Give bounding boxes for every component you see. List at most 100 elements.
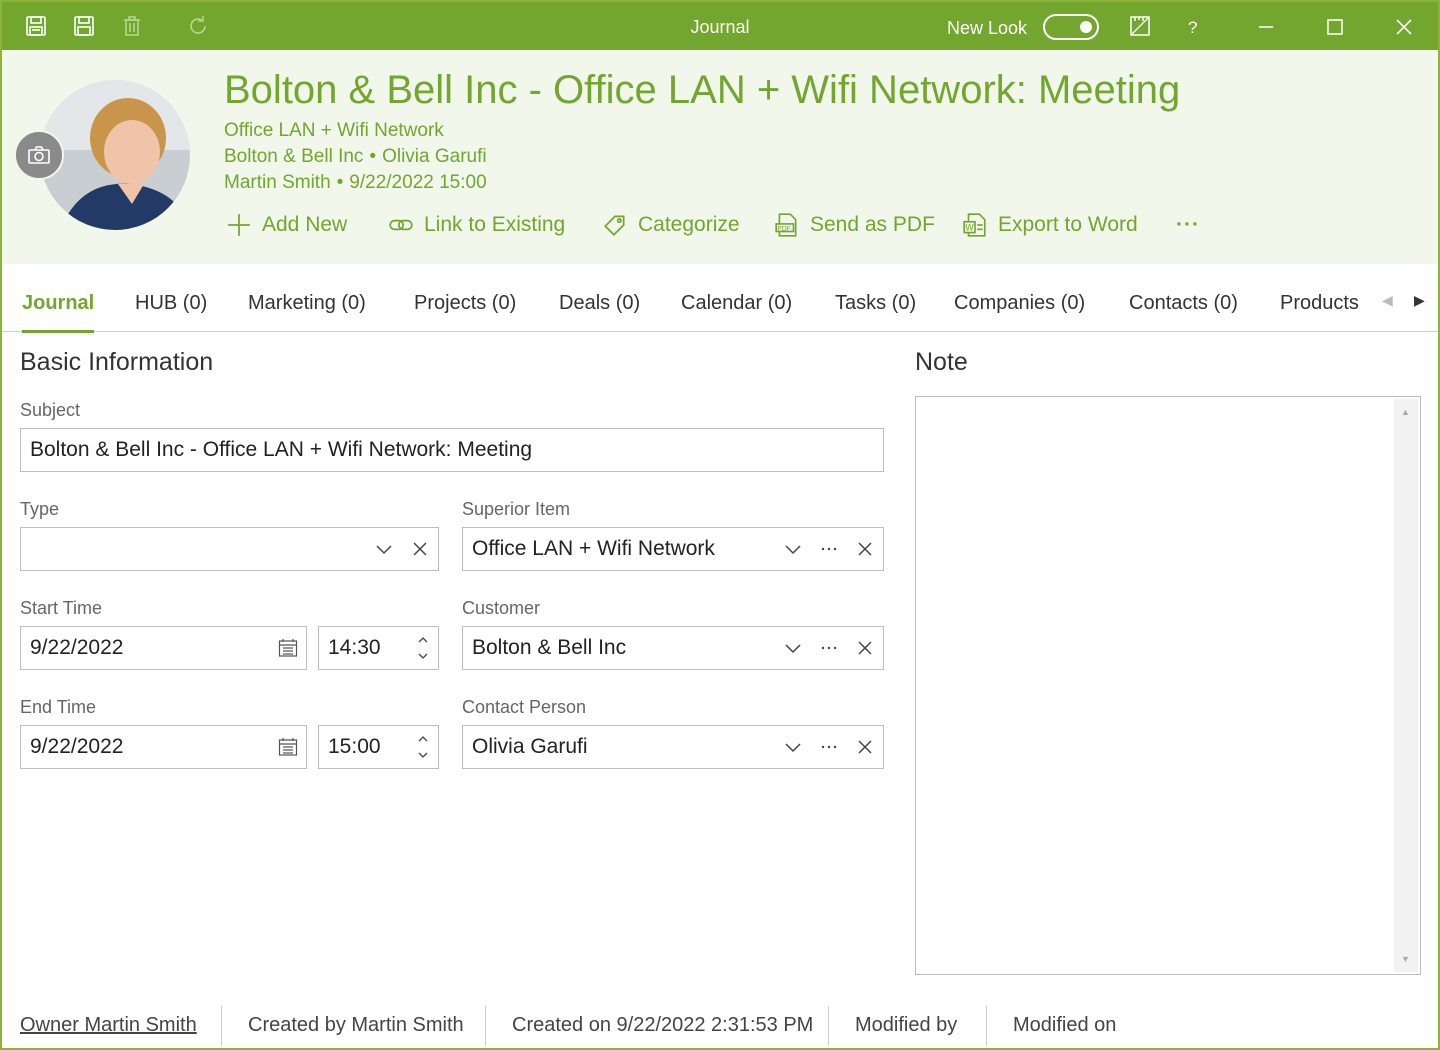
spin-down-icon[interactable] (418, 752, 428, 758)
tab-projects[interactable]: Projects (0) (414, 292, 516, 315)
note-heading: Note (915, 348, 968, 376)
company-contact-line: Bolton & Bell Inc • Olivia Garufi (224, 146, 487, 168)
subject-input[interactable]: Bolton & Bell Inc - Office LAN + Wifi Ne… (20, 428, 884, 472)
tab-contacts[interactable]: Contacts (0) (1129, 292, 1238, 315)
owner-date-line: Martin Smith • 9/22/2022 15:00 (224, 172, 487, 194)
close-button[interactable] (1384, 10, 1424, 44)
new-look-label: New Look (947, 18, 1028, 38)
link-existing-button[interactable]: Link to Existing (388, 208, 565, 242)
note-scrollbar[interactable]: ▲ ▼ (1394, 399, 1418, 972)
scroll-up-icon[interactable]: ▲ (1401, 407, 1410, 417)
footer-divider (485, 1006, 486, 1046)
customer-select[interactable]: Bolton & Bell Inc (462, 626, 884, 670)
tabs-scroll-right-icon[interactable]: ▶ (1414, 292, 1425, 309)
end-time-input[interactable]: 15:00 (318, 725, 439, 769)
export-word-label: Export to Word (998, 213, 1138, 236)
record-datetime: 9/22/2022 15:00 (349, 172, 487, 193)
tag-icon (604, 215, 625, 236)
send-pdf-label: Send as PDF (810, 213, 935, 236)
tab-companies[interactable]: Companies (0) (954, 292, 1085, 315)
title-bar: Journal New Look ? (2, 2, 1438, 50)
tab-marketing[interactable]: Marketing (0) (248, 292, 366, 315)
time-spinner[interactable] (408, 726, 438, 768)
note-text (916, 397, 1420, 413)
export-word-button[interactable]: W Export to Word (962, 208, 1138, 242)
tab-hub[interactable]: HUB (0) (135, 292, 207, 315)
clear-icon[interactable] (847, 726, 883, 768)
record-title: Bolton & Bell Inc - Office LAN + Wifi Ne… (224, 68, 1181, 112)
tab-deals[interactable]: Deals (0) (559, 292, 640, 315)
start-time-label: Start Time (20, 598, 103, 618)
calendar-icon[interactable] (270, 627, 306, 669)
end-date-input[interactable]: 9/22/2022 (20, 725, 307, 769)
minimize-button[interactable] (1246, 10, 1286, 44)
created-on: Created on 9/22/2022 2:31:53 PM (512, 1014, 814, 1036)
spin-up-icon[interactable] (418, 736, 428, 742)
tabs-scroll-left-icon[interactable]: ◀ (1382, 292, 1393, 309)
window-title: Journal (690, 17, 750, 37)
type-select[interactable] (20, 527, 439, 571)
change-photo-camera-icon[interactable] (14, 130, 64, 180)
contact-person-select[interactable]: Olivia Garufi (462, 725, 884, 769)
tab-calendar[interactable]: Calendar (0) (681, 292, 792, 315)
end-date-value: 9/22/2022 (30, 735, 124, 758)
toggle-knob (1080, 21, 1092, 33)
superior-item-select[interactable]: Office LAN + Wifi Network (462, 527, 884, 571)
clear-icon[interactable] (847, 528, 883, 570)
tab-products[interactable]: Products (1280, 292, 1364, 315)
company-link[interactable]: Bolton & Bell Inc (224, 146, 363, 167)
browse-ellipsis-icon[interactable] (811, 627, 847, 669)
type-label: Type (20, 499, 60, 519)
new-look-toggle[interactable] (1043, 14, 1099, 40)
owner-link[interactable]: Martin Smith (224, 172, 331, 193)
created-by: Created by Martin Smith (248, 1014, 464, 1036)
end-time-value: 15:00 (328, 735, 381, 758)
footer-divider (986, 1006, 987, 1046)
separator-dot: • (336, 172, 344, 193)
scroll-down-icon[interactable]: ▼ (1401, 954, 1410, 964)
owner-footer-link[interactable]: Owner Martin Smith (20, 1014, 197, 1037)
footer-divider (828, 1006, 829, 1046)
basic-information-heading: Basic Information (20, 348, 214, 376)
subject-value: Bolton & Bell Inc - Office LAN + Wifi Ne… (30, 438, 533, 461)
browse-ellipsis-icon[interactable] (811, 726, 847, 768)
save-icon[interactable] (70, 12, 98, 40)
send-pdf-button[interactable]: PDF Send as PDF (774, 208, 935, 242)
chevron-down-icon[interactable] (775, 627, 811, 669)
maximize-button[interactable] (1315, 10, 1355, 44)
refresh-icon[interactable] (184, 12, 212, 40)
add-new-button[interactable]: Add New (226, 208, 347, 242)
chevron-down-icon[interactable] (366, 528, 402, 570)
start-time-input[interactable]: 14:30 (318, 626, 439, 670)
spin-down-icon[interactable] (418, 653, 428, 659)
clear-icon[interactable] (402, 528, 438, 570)
help-button[interactable]: ? (1188, 18, 1197, 38)
save-close-icon[interactable] (22, 12, 50, 40)
tab-bar: Journal HUB (0) Marketing (0) Projects (… (2, 264, 1438, 333)
plus-icon (228, 214, 250, 236)
time-spinner[interactable] (408, 627, 438, 669)
calendar-icon[interactable] (270, 726, 306, 768)
categorize-button[interactable]: Categorize (602, 208, 740, 242)
clear-icon[interactable] (847, 627, 883, 669)
subject-label: Subject (20, 400, 81, 420)
chevron-down-icon[interactable] (775, 726, 811, 768)
start-date-input[interactable]: 9/22/2022 (20, 626, 307, 670)
tab-journal[interactable]: Journal (22, 292, 95, 333)
pdf-icon: PDF (775, 213, 797, 237)
tab-tasks[interactable]: Tasks (0) (835, 292, 916, 315)
layout-ruler-icon[interactable] (1126, 12, 1154, 40)
more-actions-button[interactable]: ··· (1176, 208, 1200, 242)
superior-item-label: Superior Item (462, 499, 571, 519)
superior-item-link[interactable]: Office LAN + Wifi Network (224, 120, 444, 142)
spin-up-icon[interactable] (418, 637, 428, 643)
browse-ellipsis-icon[interactable] (811, 528, 847, 570)
note-textarea[interactable]: ▲ ▼ (915, 396, 1421, 975)
modified-on: Modified on (1013, 1014, 1117, 1036)
record-footer: Owner Martin Smith Created by Martin Smi… (2, 1002, 1438, 1048)
contact-link[interactable]: Olivia Garufi (382, 146, 487, 167)
superior-item-text: Office LAN + Wifi Network (224, 120, 444, 141)
chevron-down-icon[interactable] (775, 528, 811, 570)
delete-icon[interactable] (118, 12, 146, 40)
record-header: Bolton & Bell Inc - Office LAN + Wifi Ne… (2, 50, 1438, 264)
